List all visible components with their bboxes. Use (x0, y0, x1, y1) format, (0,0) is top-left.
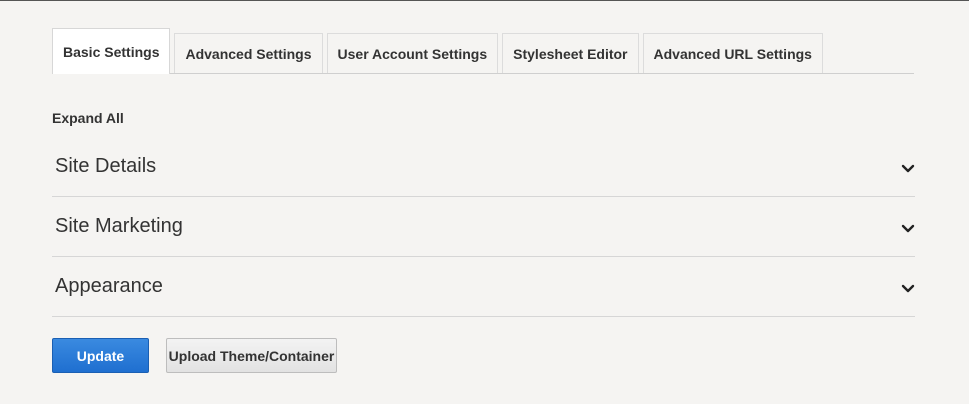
tab-basic-settings[interactable]: Basic Settings (52, 28, 171, 74)
section-title: Appearance (55, 275, 163, 297)
section-title: Site Marketing (55, 215, 183, 237)
section-site-details[interactable]: Site Details (52, 137, 915, 197)
section-appearance[interactable]: Appearance (52, 257, 915, 317)
tab-label: Advanced Settings (185, 45, 312, 62)
section-site-marketing[interactable]: Site Marketing (52, 197, 915, 257)
tab-label: Basic Settings (63, 43, 160, 60)
tab-label: User Account Settings (337, 45, 488, 62)
expand-all-link[interactable]: Expand All (52, 110, 124, 126)
tab-label: Advanced URL Settings (653, 45, 812, 62)
chevron-down-icon (901, 224, 915, 233)
chevron-down-icon (901, 164, 915, 173)
chevron-down-icon (901, 284, 915, 293)
tab-stylesheet-editor[interactable]: Stylesheet Editor (502, 33, 639, 73)
top-border (0, 0, 969, 1)
tab-user-account-settings[interactable]: User Account Settings (326, 33, 499, 73)
section-title: Site Details (55, 155, 157, 177)
tab-advanced-url-settings[interactable]: Advanced URL Settings (642, 33, 823, 73)
tab-label: Stylesheet Editor (513, 45, 628, 62)
update-button[interactable]: Update (52, 338, 149, 373)
upload-theme-container-button[interactable]: Upload Theme/Container (166, 338, 337, 373)
tab-advanced-settings[interactable]: Advanced Settings (174, 33, 323, 73)
settings-tabs: Basic Settings Advanced Settings User Ac… (52, 28, 914, 74)
